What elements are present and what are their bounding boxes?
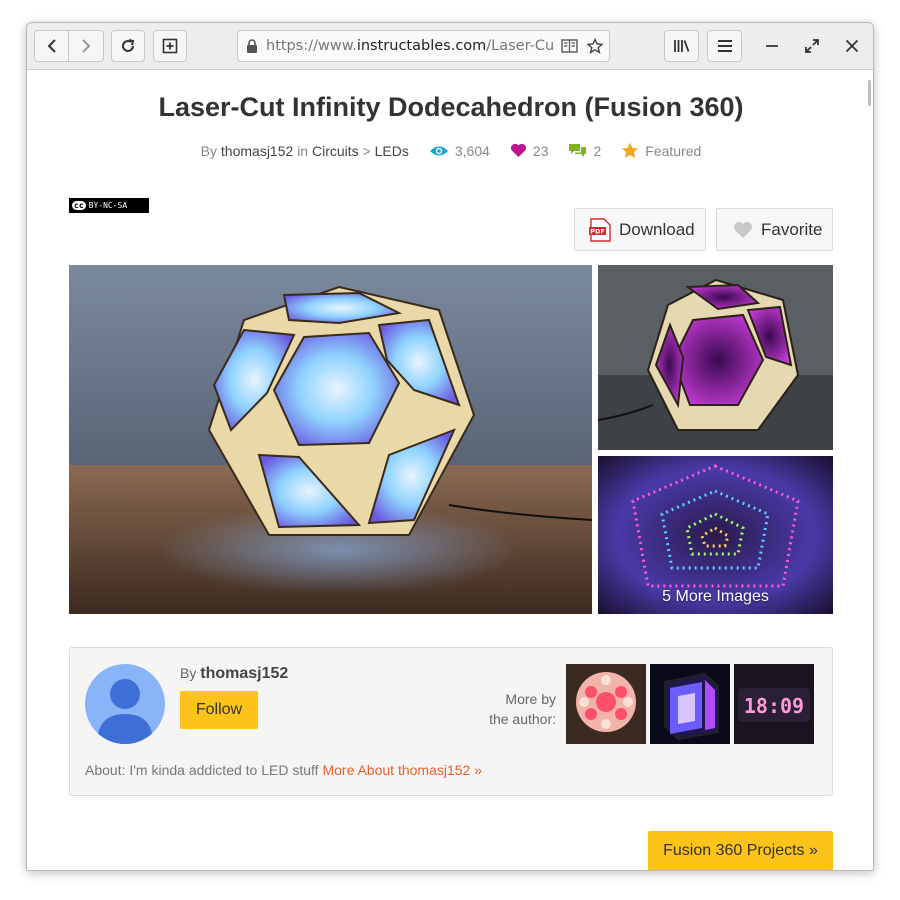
author-project-thumb-1[interactable] <box>566 664 646 744</box>
url-bar[interactable]: https://www.instructables.com/Laser-Cut <box>237 30 610 62</box>
maximize-button[interactable] <box>801 35 823 57</box>
pdf-icon: PDF <box>589 217 611 242</box>
url-bar-actions <box>561 38 603 54</box>
favorites-count: 23 <box>532 142 549 159</box>
license-text: BY-NC-SA <box>88 201 128 210</box>
author-name[interactable]: thomasj152 <box>200 665 288 682</box>
license-badge[interactable]: cc BY-NC-SA <box>69 198 149 213</box>
maximize-icon <box>805 39 819 53</box>
more-about-link[interactable]: More About thomasj152 » <box>322 762 482 778</box>
url-path: /Laser-Cut <box>486 38 554 54</box>
follow-button[interactable]: Follow <box>180 691 258 729</box>
chevron-left-icon <box>47 39 56 53</box>
minimize-icon <box>766 45 778 47</box>
favorite-button[interactable]: Favorite <box>716 208 833 251</box>
subcategory-link[interactable]: LEDs <box>375 143 409 159</box>
category-projects-button[interactable]: Fusion 360 Projects » <box>648 831 833 870</box>
chevron-right-icon <box>82 39 91 53</box>
library-icon <box>673 40 689 52</box>
cc-logo: cc <box>72 201 86 210</box>
back-button[interactable] <box>35 31 69 61</box>
by-label: By <box>200 142 218 159</box>
hamburger-menu-icon <box>717 40 732 52</box>
author-by-line: By thomasj152 <box>180 665 288 683</box>
more-by-label: More by the author: <box>456 689 556 729</box>
url-domain: instructables.com <box>356 38 487 54</box>
reader-view-icon[interactable] <box>561 38 578 54</box>
close-button[interactable] <box>841 35 863 57</box>
author-project-thumb-3[interactable]: 18:09 <box>734 664 814 744</box>
forward-button[interactable] <box>69 31 103 61</box>
menu-button[interactable] <box>707 30 742 62</box>
heart-icon <box>510 143 527 158</box>
author-project-thumb-2[interactable] <box>650 664 730 744</box>
avatar[interactable] <box>85 664 165 744</box>
lock-icon <box>247 39 257 53</box>
reload-button[interactable] <box>111 30 145 62</box>
about-prefix: About: I'm kinda addicted to LED stuff <box>85 762 319 778</box>
views-count: 3,604 <box>454 142 490 159</box>
more-by-line1: More by <box>505 691 556 707</box>
main-image[interactable] <box>69 265 592 614</box>
download-label: Download <box>619 219 695 239</box>
pdf-icon-label: PDF <box>590 227 605 235</box>
featured-star-icon <box>621 142 639 159</box>
breadcrumb-separator: > <box>362 142 371 159</box>
page-title: Laser-Cut Infinity Dodecahedron (Fusion … <box>158 92 744 122</box>
new-tab-button[interactable] <box>153 30 187 62</box>
more-by-line2: the author: <box>489 711 556 727</box>
author-by-label: By <box>180 665 197 681</box>
author-link[interactable]: thomasj152 <box>221 143 293 159</box>
download-button[interactable]: PDF Download <box>574 208 706 251</box>
comments-icon <box>568 143 587 159</box>
page-content: Laser-Cut Infinity Dodecahedron (Fusion … <box>27 71 873 870</box>
clock-digits: 18:09 <box>744 694 804 718</box>
library-button[interactable] <box>664 30 699 62</box>
author-box: By thomasj152 Follow More by the author: <box>69 647 833 796</box>
browser-window: https://www.instructables.com/Laser-Cut … <box>26 22 874 871</box>
new-tab-icon <box>162 38 178 54</box>
star-icon[interactable] <box>587 38 603 54</box>
category-link[interactable]: Circuits <box>312 143 359 159</box>
views-icon <box>429 144 449 158</box>
in-label: in <box>297 142 309 159</box>
comments-count: 2 <box>593 142 602 159</box>
more-images-label[interactable]: 5 More Images <box>598 588 833 606</box>
side-image-bottom[interactable]: 5 More Images <box>598 456 833 614</box>
featured-label: Featured <box>645 142 702 159</box>
side-image-top[interactable] <box>598 265 833 450</box>
close-icon <box>845 39 859 53</box>
minimize-button[interactable] <box>761 35 783 57</box>
article-meta: By thomasj152 in Circuits > LEDs 3,604 2… <box>27 142 873 159</box>
about-text: About: I'm kinda addicted to LED stuff M… <box>85 762 482 778</box>
nav-buttons <box>34 30 104 62</box>
url-prefix: https://www. <box>266 38 357 54</box>
heart-outline-icon <box>733 221 753 239</box>
reload-icon <box>122 39 135 52</box>
url-text: https://www.instructables.com/Laser-Cut <box>266 38 554 54</box>
browser-toolbar: https://www.instructables.com/Laser-Cut <box>27 23 873 70</box>
favorite-label: Favorite <box>761 219 823 239</box>
